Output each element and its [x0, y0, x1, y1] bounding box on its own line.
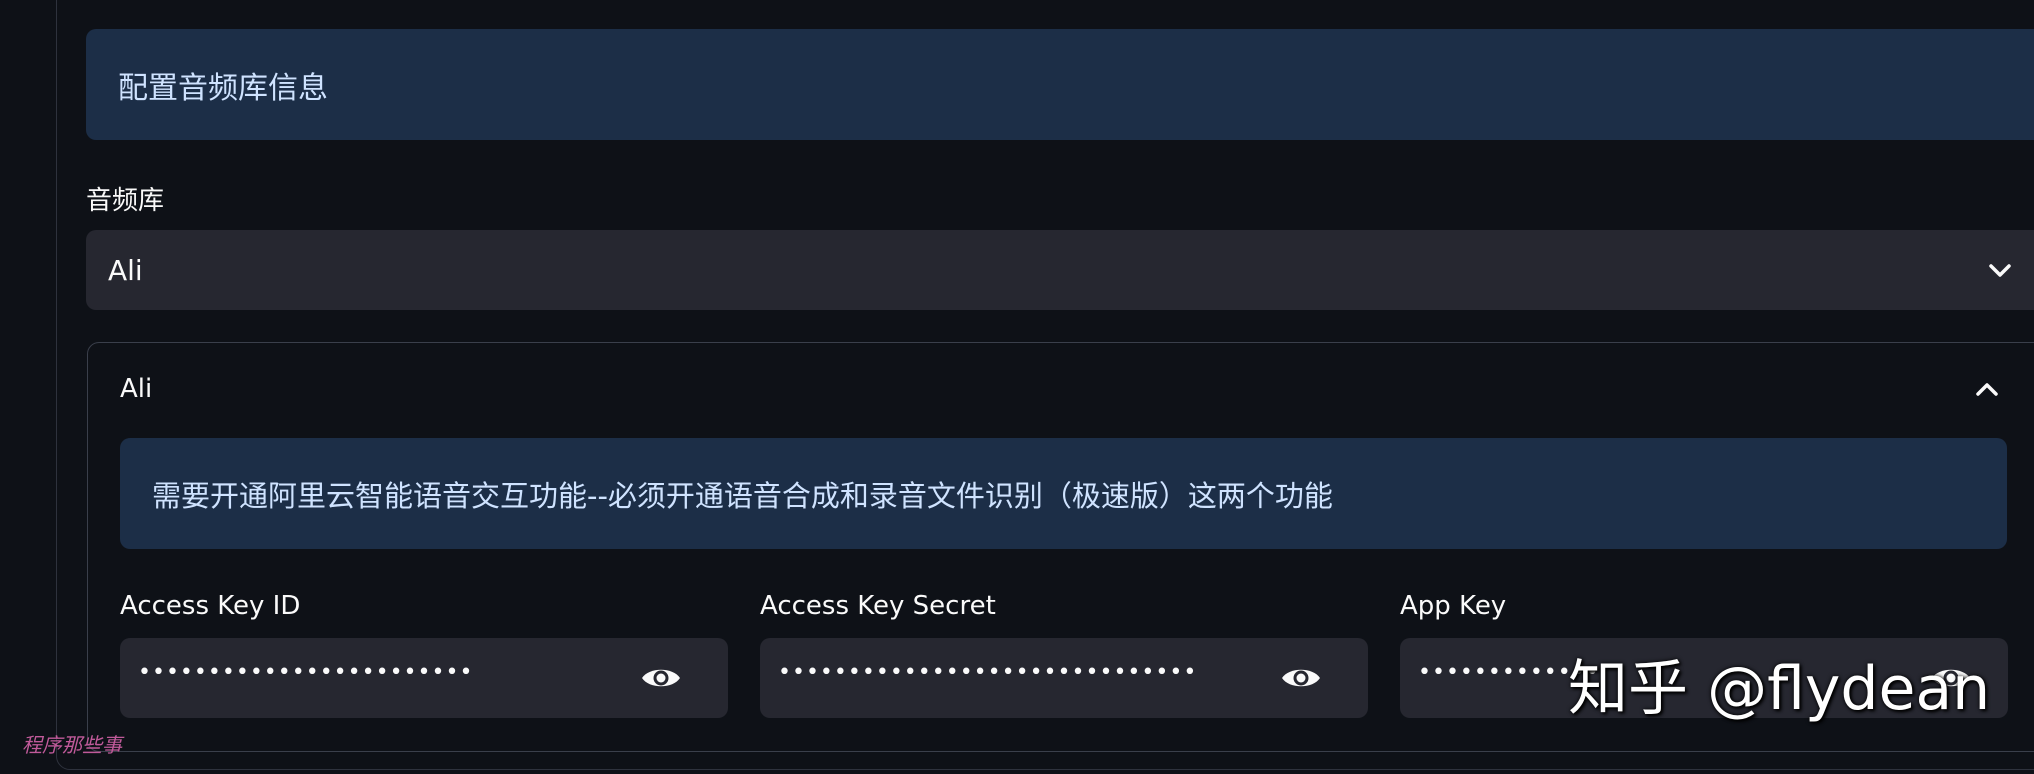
audio-library-selected-value: Ali: [108, 253, 143, 287]
chevron-down-icon[interactable]: [1985, 256, 2015, 286]
audio-library-label: 音频库: [86, 186, 165, 216]
app-key-label: App Key: [1400, 591, 1507, 621]
eye-icon[interactable]: [1280, 662, 1322, 694]
ali-expander-title[interactable]: Ali: [120, 374, 152, 404]
access-key-id-value: ••••••••••••••••••••••••: [138, 660, 474, 685]
zhihu-watermark: 知乎 @flydean: [1568, 654, 1991, 724]
author-stamp: 程序那些事: [22, 733, 122, 757]
access-key-secret-value: ••••••••••••••••••••••••••••••: [778, 660, 1198, 685]
access-key-id-input[interactable]: ••••••••••••••••••••••••: [120, 638, 728, 718]
config-banner-text: 配置音频库信息: [118, 70, 328, 106]
eye-icon[interactable]: [640, 662, 682, 694]
access-key-id-label: Access Key ID: [120, 591, 301, 621]
access-key-secret-input[interactable]: ••••••••••••••••••••••••••••••: [760, 638, 1368, 718]
audio-library-select[interactable]: Ali: [86, 230, 2034, 310]
config-banner: 配置音频库信息: [86, 29, 2034, 140]
chevron-up-icon[interactable]: [1972, 374, 2002, 404]
access-key-secret-label: Access Key Secret: [760, 591, 996, 621]
ali-info-box: 需要开通阿里云智能语音交互功能--必须开通语音合成和录音文件识别（极速版）这两个…: [120, 438, 2007, 549]
ali-info-text: 需要开通阿里云智能语音交互功能--必须开通语音合成和录音文件识别（极速版）这两个…: [152, 478, 1333, 513]
